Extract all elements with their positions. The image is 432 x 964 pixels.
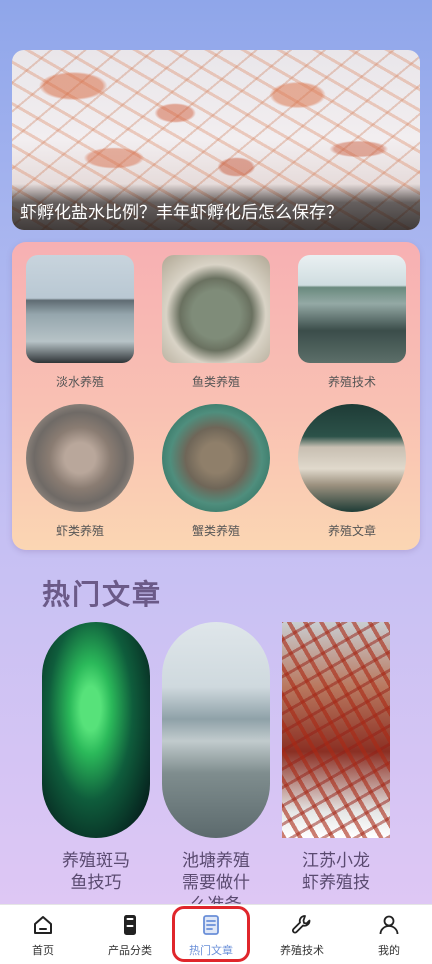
category-label: 蟹类养殖	[191, 524, 240, 538]
category-freshwater[interactable]: 淡水养殖	[26, 255, 134, 389]
category-label: 鱼类养殖	[191, 375, 240, 389]
category-articles[interactable]: 养殖文章	[298, 404, 406, 538]
hot-article-card[interactable]: 江苏小龙虾养殖技	[282, 622, 390, 916]
user-icon	[377, 913, 401, 937]
category-crab[interactable]: 蟹类养殖	[162, 404, 270, 538]
zebrafish-image	[42, 622, 150, 838]
bottom-tab-bar: 首页 产品分类 热门文章 养殖技术 我的	[0, 904, 432, 964]
category-label: 养殖文章	[327, 524, 376, 538]
tab-techniques[interactable]: 养殖技术	[268, 905, 336, 964]
pond-image	[162, 622, 270, 838]
phone-icon	[118, 913, 142, 937]
tab-label: 养殖技术	[280, 944, 324, 957]
tab-home[interactable]: 首页	[14, 905, 72, 964]
aquaculture-tech-thumbnail	[298, 255, 406, 363]
fish-thumbnail	[162, 255, 270, 363]
tab-profile[interactable]: 我的	[360, 905, 418, 964]
crab-thumbnail	[162, 404, 270, 512]
article-thumbnail	[298, 404, 406, 512]
category-panel: 淡水养殖 鱼类养殖 养殖技术 虾类养殖 蟹类养殖 养殖文章	[12, 242, 420, 550]
category-fish[interactable]: 鱼类养殖	[162, 255, 270, 389]
crayfish-image	[282, 622, 390, 838]
category-label: 虾类养殖	[55, 524, 104, 538]
banner-caption: 虾孵化盐水比例？丰年虾孵化后怎么保存？	[12, 184, 420, 230]
article-icon	[199, 913, 223, 937]
category-label: 淡水养殖	[55, 375, 104, 389]
tab-label: 首页	[32, 944, 54, 957]
tab-products[interactable]: 产品分类	[96, 905, 164, 964]
tab-label: 产品分类	[108, 944, 152, 957]
home-icon	[31, 913, 55, 937]
tab-label: 我的	[378, 944, 400, 957]
freshwater-thumbnail	[26, 255, 134, 363]
wrench-icon	[290, 913, 314, 937]
category-label: 养殖技术	[327, 375, 376, 389]
hot-article-card[interactable]: 池塘养殖需要做什么准备	[162, 622, 270, 916]
hot-article-card[interactable]: 养殖斑马鱼技巧	[42, 622, 150, 916]
hot-articles-title: 热门文章	[42, 578, 163, 611]
shrimp-thumbnail	[26, 404, 134, 512]
category-shrimp[interactable]: 虾类养殖	[26, 404, 134, 538]
banner-carousel[interactable]: 虾孵化盐水比例？丰年虾孵化后怎么保存？	[12, 50, 420, 230]
tab-label: 热门文章	[189, 944, 233, 957]
tab-hot-articles[interactable]: 热门文章	[177, 905, 245, 964]
category-technique[interactable]: 养殖技术	[298, 255, 406, 389]
